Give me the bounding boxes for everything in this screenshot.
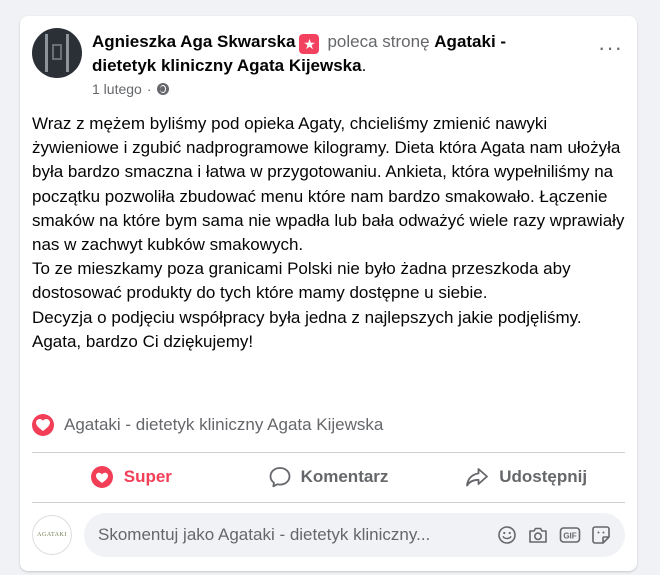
- reactions-summary[interactable]: Agataki - dietetyk kliniczny Agata Kijew…: [32, 412, 383, 438]
- author-avatar[interactable]: [32, 28, 82, 78]
- share-label: Udostępnij: [499, 467, 588, 486]
- post-paragraph: Wraz z mężem byliśmy pod opieka Agaty, c…: [32, 114, 625, 255]
- divider: [32, 502, 625, 503]
- post-meta: 1 lutego ·: [92, 81, 169, 97]
- divider: [32, 452, 625, 453]
- share-button[interactable]: Udostępnij: [427, 455, 625, 499]
- page-avatar[interactable]: AGATAKI: [32, 515, 72, 555]
- camera-icon[interactable]: [527, 525, 549, 545]
- avatar-image: [45, 34, 69, 72]
- post-body: Wraz z mężem byliśmy pod opieka Agaty, c…: [32, 112, 627, 354]
- heart-reaction-icon: [90, 466, 113, 488]
- author-name[interactable]: Agnieszka Aga Skwarska: [92, 32, 295, 51]
- post-card: Agnieszka Aga Skwarska ★ poleca stronę Aga…: [20, 16, 637, 571]
- share-icon: [466, 468, 489, 487]
- sticker-icon[interactable]: [591, 525, 611, 545]
- comment-icon: [269, 467, 290, 488]
- globe-icon: [156, 83, 169, 95]
- comment-button[interactable]: Komentarz: [230, 455, 428, 499]
- post-header: Agnieszka Aga Skwarska ★ poleca stronę Aga…: [92, 30, 572, 77]
- comment-label: Komentarz: [300, 467, 389, 486]
- header-period: .: [361, 56, 367, 75]
- more-options-icon[interactable]: ···: [598, 37, 623, 59]
- svg-text:GIF: GIF: [563, 532, 576, 541]
- comment-composer: AGATAKI Skomentuj jako Agataki - dietety…: [32, 513, 625, 557]
- page-avatar-logo: AGATAKI: [37, 532, 67, 538]
- post-date[interactable]: 1 lutego: [92, 81, 142, 97]
- comment-input[interactable]: Skomentuj jako Agataki - dietetyk klinic…: [84, 513, 625, 557]
- comment-tools: GIF: [497, 525, 611, 545]
- super-button[interactable]: Super: [32, 455, 230, 499]
- post-actions: Super Komentarz Udostępnij: [32, 455, 625, 499]
- super-label: Super: [123, 467, 172, 486]
- recommend-icon: ★: [299, 34, 320, 54]
- post-paragraph: To ze mieszkamy poza granicami Polski ni…: [32, 259, 571, 303]
- post-paragraph: Decyzja o podjęciu współpracy była jedna…: [32, 307, 582, 327]
- emoji-icon[interactable]: [497, 525, 517, 545]
- meta-separator: ·: [146, 81, 152, 97]
- post-paragraph: Agata, bardzo Ci dziękujemy!: [32, 331, 254, 351]
- reactions-label: Agataki - dietetyk kliniczny Agata Kijew…: [64, 415, 384, 434]
- gif-icon[interactable]: GIF: [559, 525, 581, 545]
- comment-placeholder: Skomentuj jako Agataki - dietetyk klinic…: [98, 525, 431, 544]
- heart-icon: [32, 414, 54, 436]
- recommends-text: poleca stronę: [327, 32, 430, 51]
